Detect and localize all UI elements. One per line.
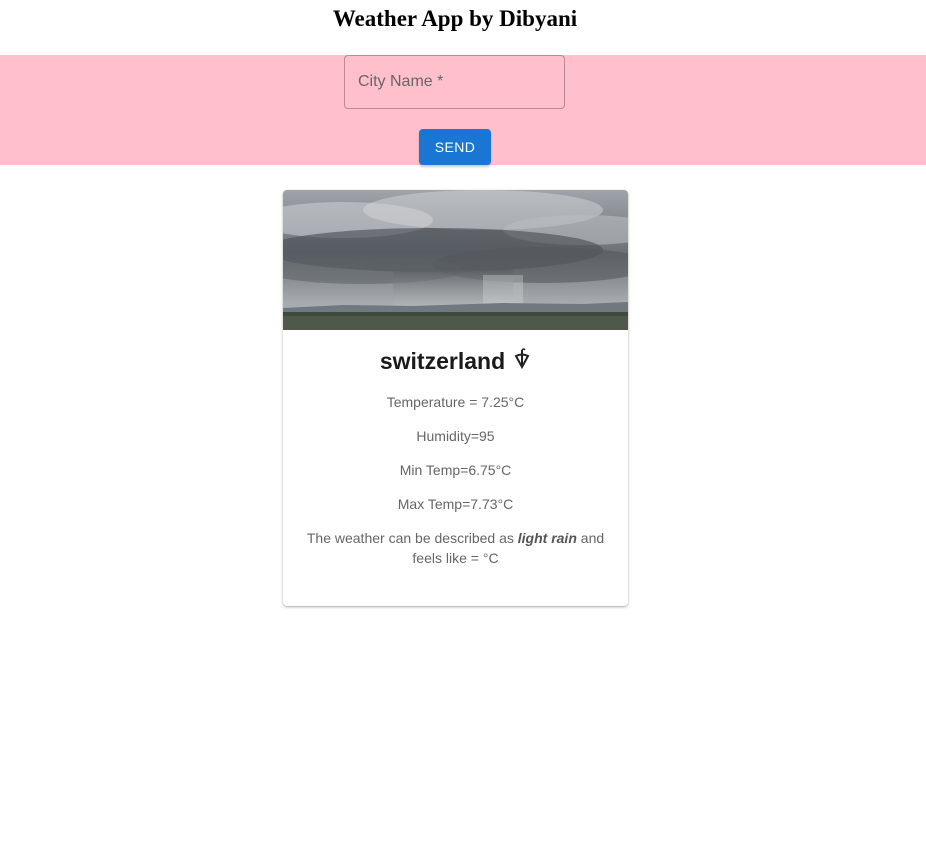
temperature-text: Temperature = 7.25°C <box>386 394 525 410</box>
rain-clouds-image <box>283 190 628 330</box>
description-prefix: The weather can be described as <box>306 530 518 546</box>
weather-card: switzerland Temperature = 7.25°C Humidit… <box>283 190 628 606</box>
umbrella-icon <box>514 348 530 370</box>
send-button[interactable]: SEND <box>419 129 491 165</box>
min-temp-text: Min Temp=6.75°C <box>399 462 512 478</box>
weather-description: The weather can be described as light ra… <box>301 528 610 568</box>
city-heading: switzerland <box>283 348 628 375</box>
description-value: light rain <box>517 530 577 546</box>
city-name: switzerland <box>379 348 506 374</box>
city-name-field[interactable]: City Name * <box>344 55 565 109</box>
search-band: City Name * SEND <box>0 55 926 165</box>
humidity-text: Humidity=95 <box>416 428 495 444</box>
max-temp-text: Max Temp=7.73°C <box>397 496 514 512</box>
app-title: Weather App by Dibyani <box>332 6 578 31</box>
